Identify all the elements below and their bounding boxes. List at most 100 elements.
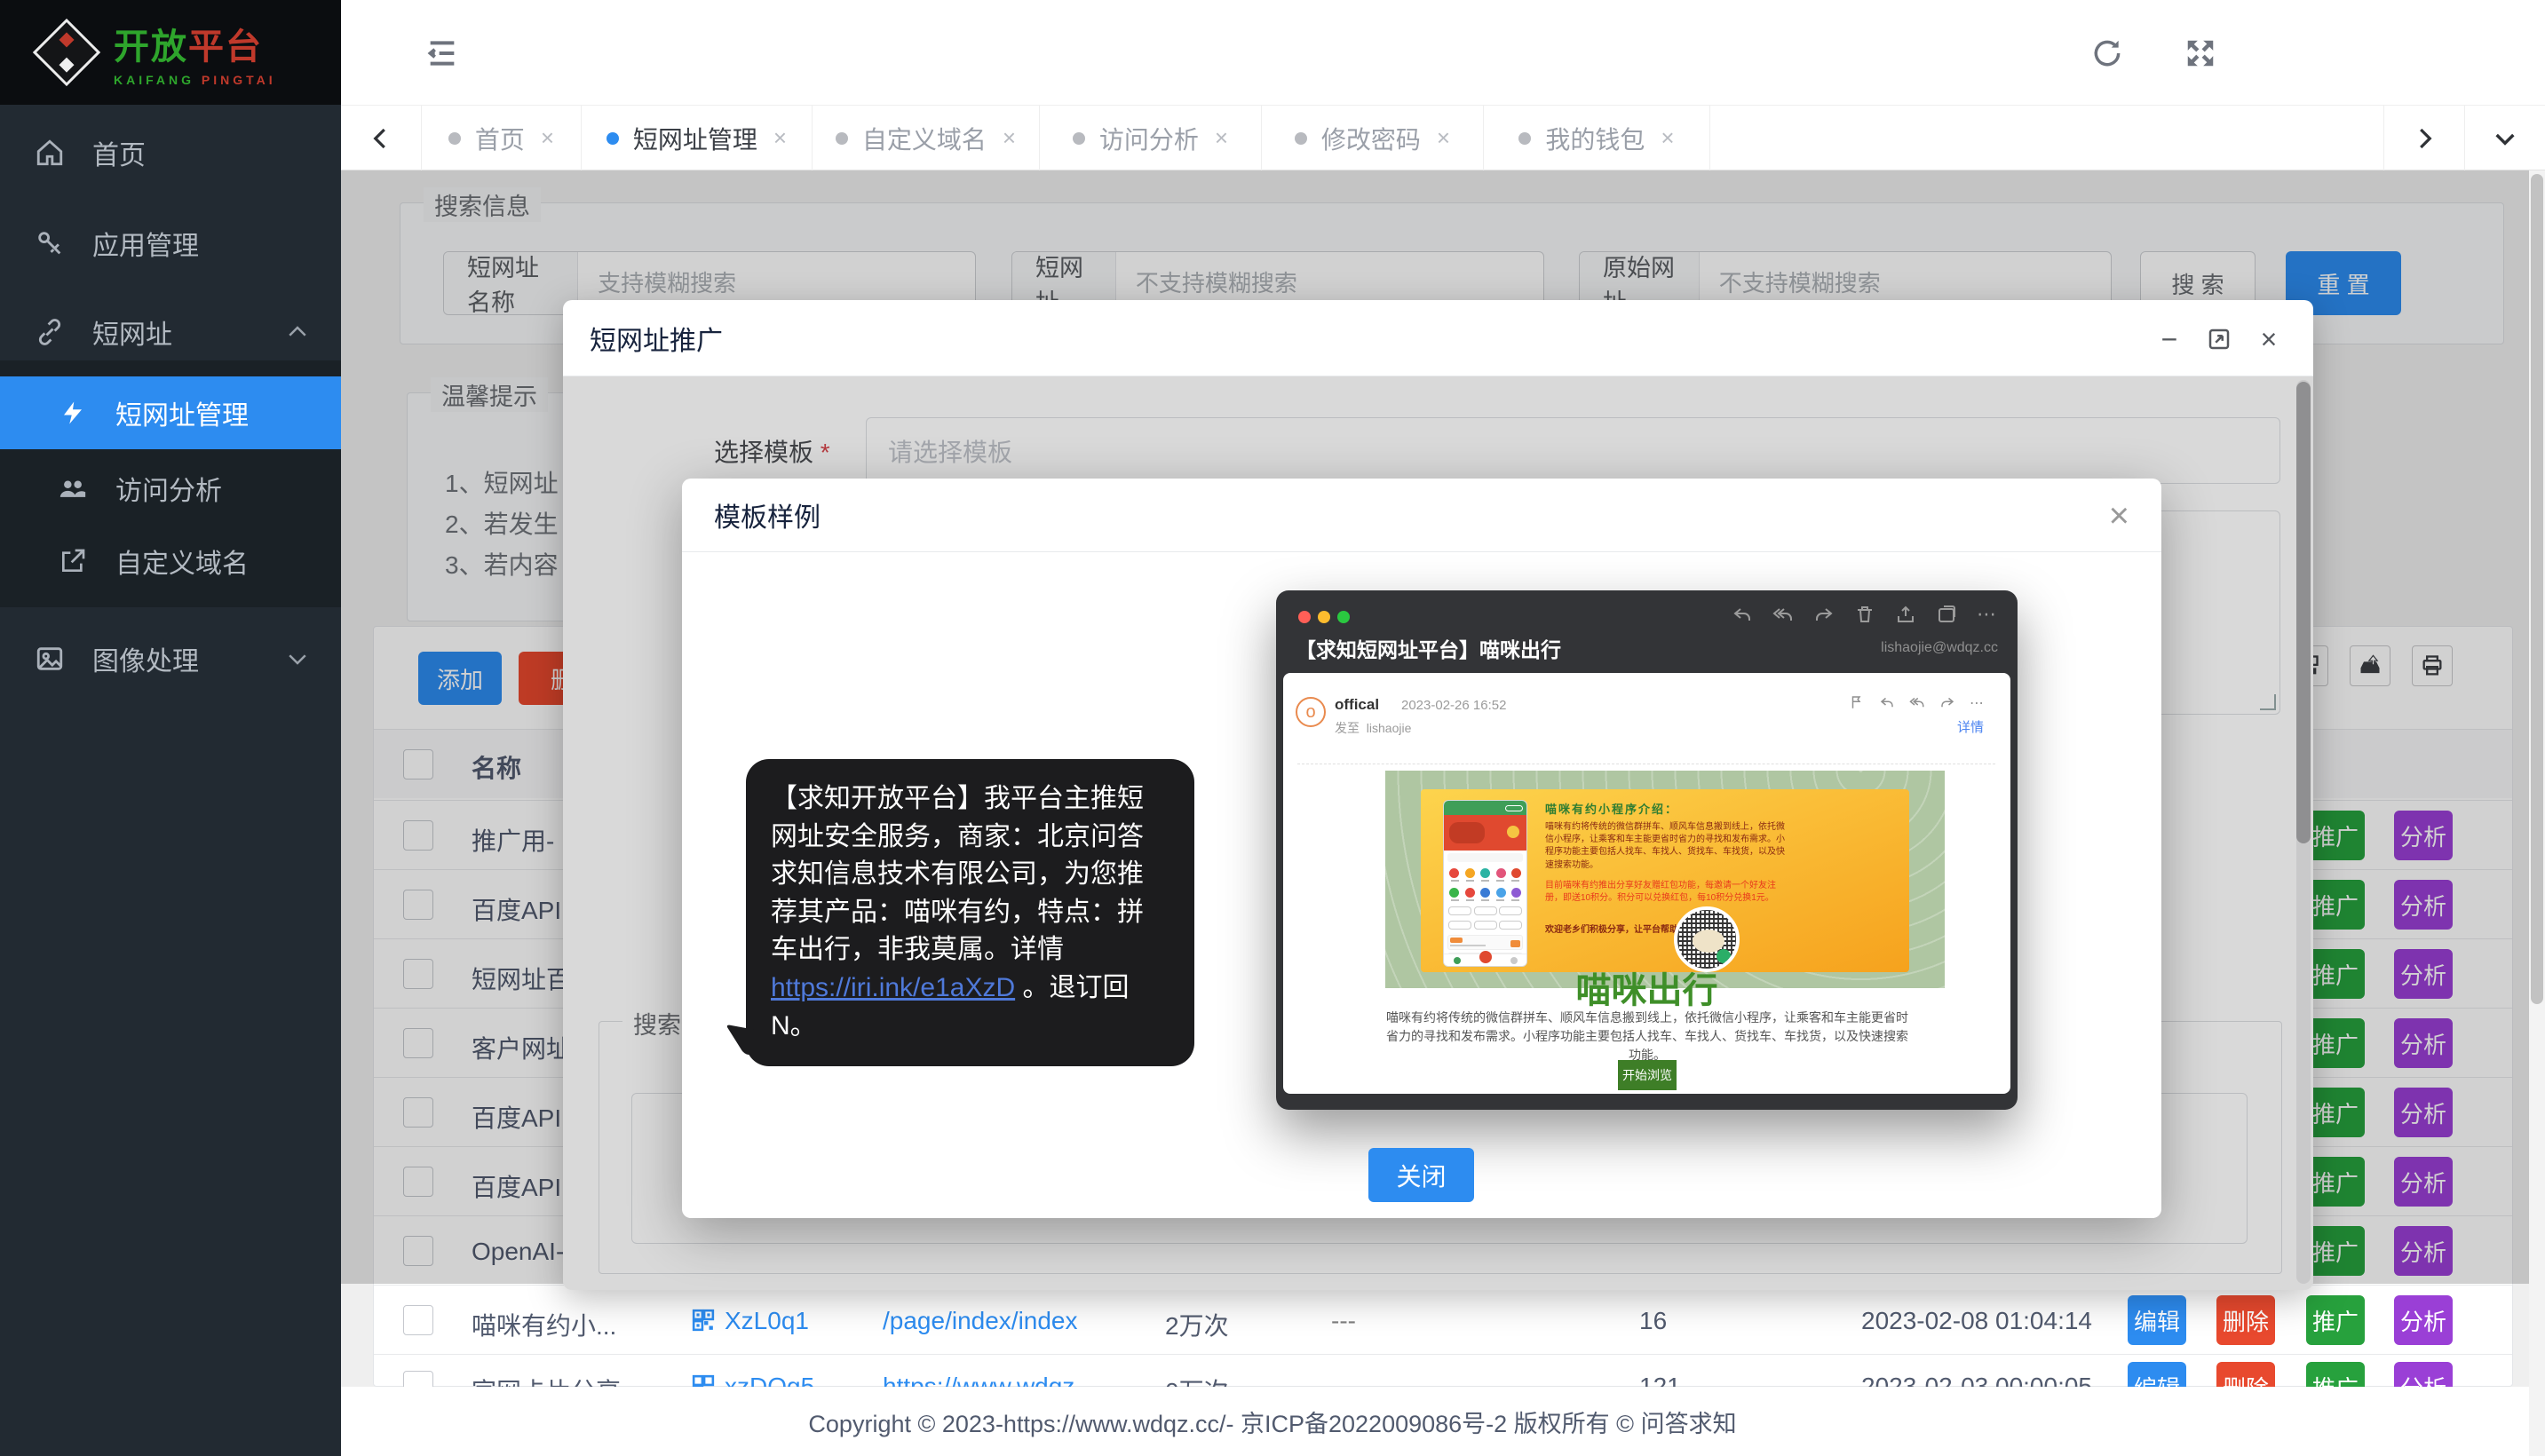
- phone-listing-card: [1447, 935, 1523, 950]
- sidebar-item-custom-domain[interactable]: 自定义域名: [0, 533, 341, 590]
- tabs-dropdown[interactable]: [2464, 106, 2545, 170]
- window-minimize-icon[interactable]: [1318, 611, 1330, 623]
- page-scrollbar-thumb[interactable]: [2531, 174, 2543, 1004]
- window-close-icon[interactable]: [1298, 611, 1311, 623]
- sender-name: offical: [1335, 696, 1379, 714]
- fullscreen-icon[interactable]: [2179, 32, 2222, 75]
- sidebar-item-label: 首页: [92, 133, 146, 172]
- phone-titlebar: [1444, 801, 1526, 815]
- tab-close-icon[interactable]: ×: [1003, 124, 1016, 152]
- maximize-icon[interactable]: [2200, 320, 2239, 359]
- tab-dot: [836, 132, 848, 145]
- reply-icon[interactable]: [1879, 694, 1895, 712]
- forward-icon[interactable]: [1939, 694, 1955, 712]
- row-time: 2023-02-08 01:04:14: [1861, 1307, 2092, 1335]
- tab-bar: 首页× 短网址管理× 自定义域名× 访问分析 × 修改密码× 我的钱包×: [341, 106, 2545, 170]
- sample-modal-header: 模板样例: [682, 479, 2161, 552]
- email-panel: o offical 2023-02-26 16:52 发至 lishaojie …: [1283, 673, 2010, 1094]
- email-banner-green: 喵咪有约小程序介绍： 喵咪有约将传统的微信群拼车、顺风车信息搬到线上，依托微信小…: [1385, 771, 1945, 988]
- image-icon: [34, 644, 66, 674]
- archive-icon[interactable]: [1895, 604, 1916, 625]
- lightning-icon: [57, 400, 89, 426]
- email-to: 发至 lishaojie: [1335, 719, 1411, 737]
- window-zoom-icon[interactable]: [1337, 611, 1350, 623]
- more-icon[interactable]: ⋯: [1970, 694, 1984, 712]
- sidebar-item-label: 图像处理: [92, 639, 199, 678]
- tab-dot: [1073, 132, 1085, 145]
- delete-row-button[interactable]: 删除: [2216, 1295, 2275, 1345]
- detail-link[interactable]: 详情: [1957, 717, 1984, 736]
- refresh-icon[interactable]: [2086, 32, 2129, 75]
- qr-code-icon[interactable]: [692, 1309, 715, 1332]
- promote-button[interactable]: 推广: [2306, 1295, 2365, 1345]
- row-visits: 2万次: [1165, 1307, 1229, 1342]
- table-row-miaomi[interactable]: 喵咪有约小... XzL0q1 /page/index/index 2万次 --…: [374, 1285, 2512, 1354]
- row-target-link[interactable]: /page/index/index: [883, 1307, 1078, 1335]
- table-row-partial[interactable]: 官网卡片分享 xzDQg5 https://www.wdqz 0万次 121 2…: [374, 1354, 2512, 1388]
- sidebar: 开放平台 KAIFANG PINGTAI 首页 应用管理 短网址 短网址管理 访…: [0, 0, 341, 1456]
- row-checkbox[interactable]: [403, 1305, 433, 1335]
- tabs-scroll-left[interactable]: [341, 106, 422, 170]
- flag-icon[interactable]: [1849, 694, 1865, 712]
- email-account: lishaojie@wdqz.cc: [1881, 640, 1998, 656]
- card-paragraph-1: 喵咪有约将传统的微信群拼车、顺风车信息搬到线上，依托微信小程序，让乘客和车主能更…: [1545, 821, 1787, 874]
- edit-button[interactable]: 编辑: [2128, 1295, 2186, 1345]
- phone-notice-bar: [1447, 853, 1523, 862]
- close-icon[interactable]: ×: [2109, 496, 2129, 536]
- tab-label: 访问分析: [1099, 121, 1199, 156]
- row-count: 16: [1639, 1307, 1667, 1335]
- banner-illustration: [1449, 822, 1485, 843]
- menu-fold-icon[interactable]: [421, 32, 464, 75]
- tab-my-wallet[interactable]: 我的钱包×: [1484, 106, 1710, 170]
- minimize-icon[interactable]: −: [2150, 320, 2189, 359]
- link-icon: [34, 317, 66, 347]
- move-icon[interactable]: [1936, 604, 1957, 625]
- reply-icon[interactable]: [1732, 604, 1753, 625]
- sidebar-item-label: 访问分析: [115, 469, 222, 508]
- tab-visit-analysis[interactable]: 访问分析 ×: [1040, 106, 1262, 170]
- users-icon: [57, 473, 89, 503]
- row-slug-link[interactable]: XzL0q1: [725, 1307, 809, 1335]
- more-icon[interactable]: ⋯: [1977, 603, 1996, 626]
- logo-sub-left: KAIFANG: [114, 73, 194, 87]
- sidebar-item-label: 短网址: [92, 313, 172, 352]
- sidebar-item-label: 自定义域名: [115, 542, 249, 581]
- tab-custom-domain[interactable]: 自定义域名×: [813, 106, 1040, 170]
- sample-close-button[interactable]: 关闭: [1368, 1148, 1474, 1202]
- sidebar-item-image-processing[interactable]: 图像处理: [0, 630, 341, 687]
- app-logo[interactable]: 开放平台 KAIFANG PINGTAI: [0, 0, 341, 105]
- promo-modal-title: 短网址推广: [590, 319, 723, 358]
- forward-icon[interactable]: [1813, 604, 1835, 625]
- sidebar-item-shorturl-manage[interactable]: 短网址管理: [0, 376, 341, 449]
- tab-dot: [1295, 132, 1307, 145]
- tab-close-icon[interactable]: ×: [1437, 124, 1450, 152]
- tab-close-icon[interactable]: ×: [1215, 124, 1228, 152]
- tab-shorturl-manage[interactable]: 短网址管理×: [582, 106, 813, 170]
- trash-icon[interactable]: [1854, 604, 1875, 625]
- phone-route-chips: [1444, 904, 1526, 918]
- chevron-down-icon: [284, 645, 311, 672]
- tabs-scroll-right[interactable]: [2383, 106, 2464, 170]
- top-header: j1 ⋮: [341, 0, 2545, 106]
- analyze-button[interactable]: 分析: [2394, 1295, 2453, 1345]
- tab-close-icon[interactable]: ×: [541, 124, 554, 152]
- page-footer: Copyright © 2023-https://www.wdqz.cc/- 京…: [0, 1387, 2545, 1456]
- promo-card: 喵咪有约小程序介绍： 喵咪有约将传统的微信群拼车、顺风车信息搬到线上，依托微信小…: [1421, 789, 1909, 972]
- tab-home[interactable]: 首页×: [422, 106, 582, 170]
- sms-short-link[interactable]: https://iri.ink/e1aXzD: [771, 973, 1015, 1002]
- sidebar-item-home[interactable]: 首页: [0, 124, 341, 181]
- tab-dot: [1518, 132, 1531, 145]
- close-icon[interactable]: ×: [2249, 320, 2288, 359]
- start-browsing-button[interactable]: 开始浏览: [1618, 1060, 1677, 1090]
- tab-close-icon[interactable]: ×: [773, 124, 787, 152]
- sidebar-item-label: 应用管理: [92, 224, 199, 263]
- tab-change-password[interactable]: 修改密码×: [1262, 106, 1484, 170]
- reply-all-icon[interactable]: [1772, 604, 1794, 625]
- copyright-text: Copyright © 2023-https://www.wdqz.cc/- 京…: [808, 1405, 1736, 1439]
- tab-close-icon[interactable]: ×: [1661, 124, 1674, 152]
- reply-all-icon[interactable]: [1909, 694, 1925, 712]
- sidebar-item-shorturl-group[interactable]: 短网址: [0, 304, 341, 360]
- sidebar-item-apps[interactable]: 应用管理: [0, 215, 341, 272]
- sidebar-item-visit-analysis[interactable]: 访问分析: [0, 460, 341, 517]
- message-action-icons: ⋯: [1849, 694, 1984, 712]
